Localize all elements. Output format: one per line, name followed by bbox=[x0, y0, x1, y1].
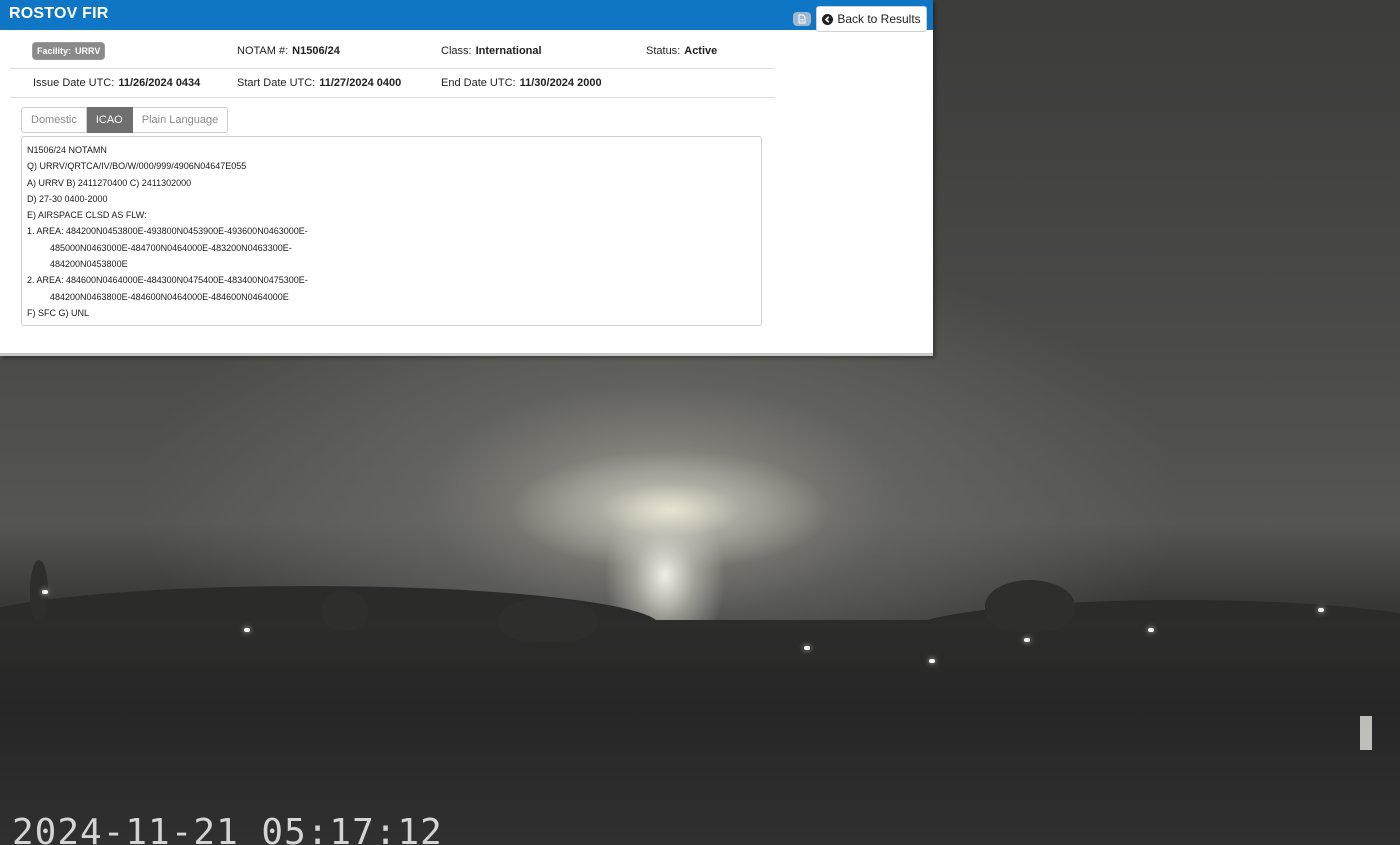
ground-light bbox=[1318, 608, 1324, 612]
notam-text-line: F) SFC G) UNL bbox=[27, 307, 89, 318]
issue-date-value: 11/26/2024 0434 bbox=[118, 76, 201, 89]
status-label: Status: bbox=[646, 45, 681, 57]
notam-info-row: Facility: URRV NOTAM #: N1506/24 Class: … bbox=[10, 34, 775, 69]
notam-text-box: N1506/24 NOTAMN Q) URRV/QRTCA/IV/BO/W/00… bbox=[21, 136, 762, 326]
notam-text-line: 484200N0453800E bbox=[50, 259, 128, 270]
class-value: International bbox=[475, 45, 542, 57]
facility-field: Facility: URRV bbox=[33, 34, 105, 68]
end-date-field: End Date UTC: 11/30/2024 2000 bbox=[441, 68, 602, 97]
back-to-results-label: Back to Results bbox=[837, 12, 921, 26]
class-field: Class: International bbox=[441, 34, 542, 68]
ground-light bbox=[1024, 638, 1030, 642]
notam-text-line: N1506/24 NOTAMN bbox=[27, 145, 107, 155]
start-date-field: Start Date UTC: 11/27/2024 0400 bbox=[237, 68, 401, 97]
notam-text-line: A) URRV B) 2411270400 C) 2411302000 bbox=[27, 177, 192, 188]
tree-silhouette bbox=[322, 590, 368, 630]
lit-post bbox=[1360, 716, 1372, 750]
facility-label: Facility: bbox=[37, 46, 72, 56]
tab-icao[interactable]: ICAO bbox=[86, 107, 133, 133]
issue-date-label: Issue Date UTC: bbox=[33, 76, 115, 89]
notam-text-line: 485000N0463000E-484700N0464000E-483200N0… bbox=[50, 242, 292, 253]
camera-timestamp: 2024-11-21 05:17:12 bbox=[12, 812, 443, 845]
notam-number-value: N1506/24 bbox=[292, 45, 340, 57]
ground-light bbox=[244, 628, 250, 632]
tree-silhouette bbox=[498, 598, 598, 642]
start-date-label: Start Date UTC: bbox=[237, 76, 316, 89]
tree-silhouette bbox=[985, 580, 1075, 632]
ground-light bbox=[42, 590, 48, 594]
format-tabs: Domestic ICAO Plain Language bbox=[21, 107, 229, 133]
notam-dates-row: Issue Date UTC: 11/26/2024 0434 Start Da… bbox=[10, 68, 775, 98]
end-date-label: End Date UTC: bbox=[441, 76, 516, 89]
notam-number-label: NOTAM #: bbox=[237, 45, 289, 57]
status-value: Active bbox=[684, 45, 718, 57]
panel-header: ROSTOV FIR Back to Results bbox=[0, 0, 933, 32]
page-title: ROSTOV FIR bbox=[9, 5, 109, 22]
facility-badge: Facility: URRV bbox=[33, 43, 105, 59]
notam-text-line: 2. AREA: 484600N0464000E-484300N0475400E… bbox=[27, 275, 308, 286]
pdf-export-button[interactable] bbox=[793, 12, 811, 26]
tab-plain-language[interactable]: Plain Language bbox=[132, 107, 229, 133]
end-date-value: 11/30/2024 2000 bbox=[519, 76, 602, 89]
ground-light bbox=[804, 646, 810, 650]
ground-light bbox=[929, 659, 935, 663]
notam-text-line: 1. AREA: 484200N0453800E-493800N0453900E… bbox=[27, 226, 308, 237]
class-label: Class: bbox=[441, 45, 472, 57]
ground-light bbox=[1148, 628, 1154, 632]
notam-text-line: D) 27-30 0400-2000 bbox=[27, 193, 108, 204]
tab-domestic[interactable]: Domestic bbox=[21, 107, 87, 133]
arrow-left-circle-icon bbox=[822, 13, 834, 25]
start-date-value: 11/27/2024 0400 bbox=[319, 76, 402, 89]
back-to-results-button[interactable]: Back to Results bbox=[816, 6, 927, 32]
notam-text-line: E) AIRSPACE CLSD AS FLW: bbox=[27, 210, 147, 221]
notam-panel: ROSTOV FIR Back to Results Facility: URR… bbox=[0, 0, 933, 356]
notam-text-line: Q) URRV/QRTCA/IV/BO/W/000/999/4906N04647… bbox=[27, 161, 247, 172]
notam-text-line: 484200N0463800E-484600N0464000E-484600N0… bbox=[50, 291, 289, 302]
issue-date-field: Issue Date UTC: 11/26/2024 0434 bbox=[33, 68, 200, 97]
document-icon bbox=[797, 14, 807, 24]
status-field: Status: Active bbox=[646, 34, 717, 68]
facility-value: URRV bbox=[75, 46, 101, 56]
notam-number-field: NOTAM #: N1506/24 bbox=[237, 34, 340, 68]
